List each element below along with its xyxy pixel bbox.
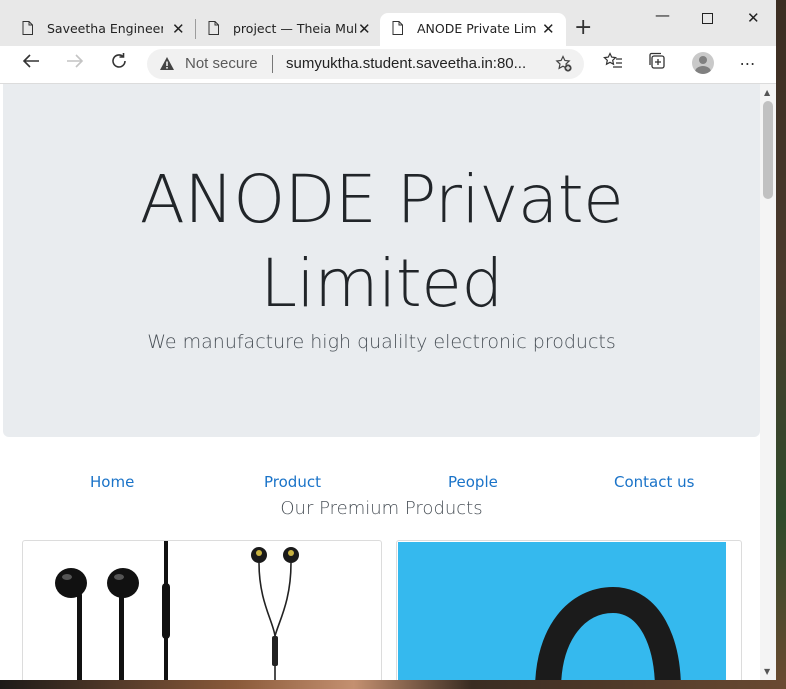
close-window-icon[interactable]: ✕ [747,9,760,27]
headphones-band-graphic [535,586,681,680]
headphones-image [398,542,726,680]
tab-label: ANODE Private Limited [417,21,537,36]
scroll-down-icon[interactable]: ▼ [764,667,770,676]
jumbotron: ANODE Private Limited We manufacture hig… [3,84,760,437]
nav-link-people[interactable]: People [448,473,498,491]
title-line-2: Limited [260,245,503,322]
tab-saveetha[interactable]: Saveetha Engineering ✕ [0,13,192,46]
earphones-image [55,541,299,680]
close-icon[interactable]: ✕ [358,20,371,38]
section-title: Our Premium Products [280,498,483,519]
tab-anode-active[interactable]: ANODE Private Limited ✕ [380,13,566,46]
more-icon[interactable]: ⋯ [735,52,761,76]
security-label[interactable]: Not secure [185,55,258,72]
nav-link-home[interactable]: Home [90,473,134,491]
back-icon[interactable] [18,52,44,76]
maximize-icon[interactable] [702,13,713,24]
page-icon [208,21,219,35]
tab-label: project — Theia Multi [233,21,357,36]
nav-link-product[interactable]: Product [264,473,321,491]
avatar-body [695,66,711,74]
url-text[interactable]: sumyuktha.student.saveetha.in:80... [286,55,526,72]
collections-icon[interactable] [644,52,670,76]
desktop-background-bottom [0,680,786,689]
page-viewport: ANODE Private Limited We manufacture hig… [3,84,760,680]
title-line-1: ANODE Private [139,161,624,238]
tab-label: Saveetha Engineering [47,21,163,36]
page-icon [392,21,403,35]
product-card-headphones[interactable] [396,540,742,680]
lead-text: We manufacture high qualilty electronic … [147,331,616,353]
page-icon [22,21,33,35]
nav-link-contact[interactable]: Contact us [614,473,694,491]
desktop-background [776,0,786,689]
warning-icon [160,57,174,70]
scroll-up-icon[interactable]: ▲ [764,88,770,97]
close-icon[interactable]: ✕ [172,20,185,38]
refresh-icon[interactable] [106,52,132,76]
product-card-earphones[interactable] [22,540,382,680]
tab-strip: Saveetha Engineering ✕ project — Theia M… [0,0,776,46]
close-icon[interactable]: ✕ [542,20,555,38]
address-divider [272,55,273,73]
page-scrollbar[interactable]: ▲ ▼ [760,84,776,680]
favorite-add-icon[interactable] [555,55,573,73]
minimize-icon[interactable]: — [655,6,670,24]
address-bar[interactable]: Not secure sumyuktha.student.saveetha.in… [147,49,584,79]
page-title: ANODE Private Limited [3,158,760,326]
browser-toolbar: Not secure sumyuktha.student.saveetha.in… [0,46,776,84]
browser-window: Saveetha Engineering ✕ project — Theia M… [0,0,776,680]
favorites-icon[interactable] [600,52,626,76]
profile-icon[interactable] [692,52,714,74]
forward-icon[interactable] [62,52,88,76]
avatar-head [699,56,707,64]
plus-icon[interactable]: + [574,17,592,39]
scroll-thumb[interactable] [763,101,773,199]
tab-theia[interactable]: project — Theia Multi ✕ [186,13,378,46]
